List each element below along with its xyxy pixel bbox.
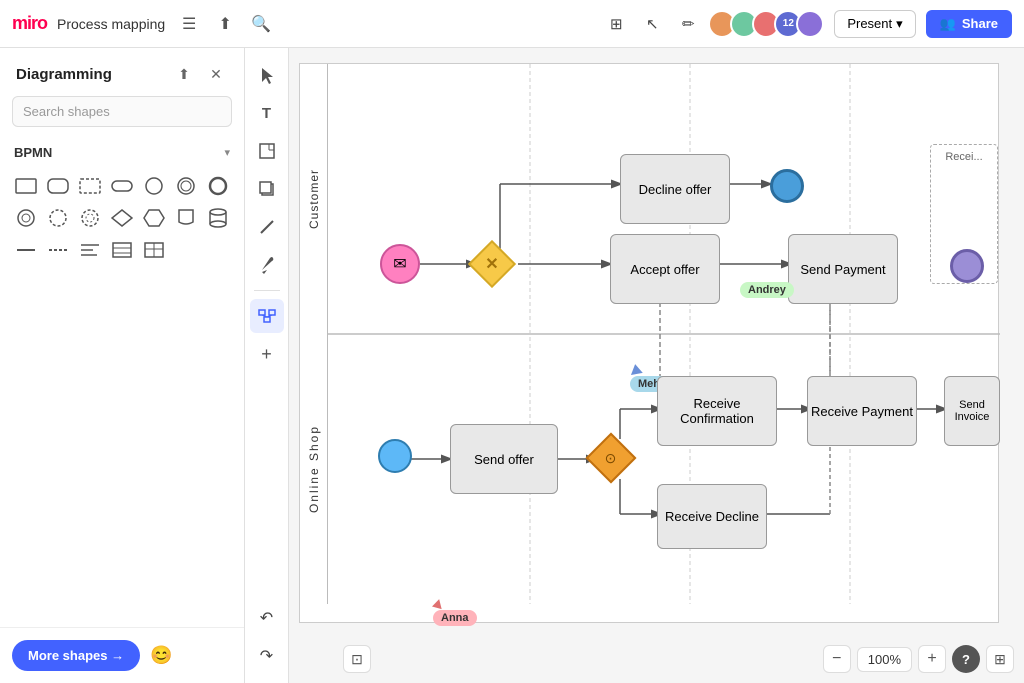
- send-offer-task[interactable]: Send offer: [450, 424, 558, 494]
- shape-cylinder[interactable]: [204, 204, 232, 232]
- main-area: Diagramming ⬆ ✕ Search shapes BPMN ▾: [0, 48, 1024, 683]
- miro-logo: miro: [12, 13, 47, 34]
- sidebar-header-icons: ⬆ ✕: [172, 62, 228, 86]
- diagram-canvas[interactable]: Customer Online Shop ✉ ✕ Decline offer: [289, 48, 1024, 683]
- zoom-in-button[interactable]: +: [918, 645, 946, 673]
- share-button[interactable]: 👥 Share: [926, 10, 1012, 38]
- app-title: Process mapping: [57, 16, 165, 32]
- close-icon[interactable]: ✕: [204, 62, 228, 86]
- grid-icon[interactable]: ⊞: [600, 8, 632, 40]
- shape-dashed-double-circle[interactable]: [76, 204, 104, 232]
- bottom-bar: − 100% + ? ⊞: [823, 645, 1014, 673]
- cursor-icon[interactable]: ↖: [636, 8, 668, 40]
- shape-double-circle[interactable]: [172, 172, 200, 200]
- menu-icon[interactable]: ☰: [175, 10, 203, 38]
- diagram-tool[interactable]: [250, 299, 284, 333]
- shape-circle[interactable]: [140, 172, 168, 200]
- send-payment-task[interactable]: Send Payment: [788, 234, 898, 304]
- sticky-note-tool[interactable]: [250, 134, 284, 168]
- zoom-out-button[interactable]: −: [823, 645, 851, 673]
- shape-dashed-line[interactable]: [44, 236, 72, 264]
- bpmn-label: BPMN: [14, 145, 52, 160]
- pen-tool[interactable]: [250, 248, 284, 282]
- online-shop-lane-label: Online Shop: [300, 334, 328, 604]
- sidebar-bottom: More shapes → 😊: [0, 627, 244, 683]
- topbar: miro Process mapping ☰ ⬆ 🔍 ⊞ ↖ ✏ 12 Pres…: [0, 0, 1024, 48]
- toolbar-icons: ⊞ ↖ ✏: [600, 8, 704, 40]
- toolbar-divider: [254, 290, 280, 291]
- shape-table[interactable]: [140, 236, 168, 264]
- sidebar-header: Diagramming ⬆ ✕: [0, 48, 244, 96]
- sidebar-title: Diagramming: [16, 66, 112, 83]
- shape-hexagon[interactable]: [140, 204, 168, 232]
- shape-minus[interactable]: [12, 236, 40, 264]
- help-button[interactable]: ?: [952, 645, 980, 673]
- topbar-icons: ☰ ⬆ 🔍: [175, 10, 275, 38]
- bpmn-section-header[interactable]: BPMN ▾: [0, 137, 244, 168]
- search-input[interactable]: Search shapes: [12, 96, 232, 127]
- present-button[interactable]: Present ▾: [834, 10, 915, 38]
- line-tool[interactable]: [250, 210, 284, 244]
- redo-tool[interactable]: ↷: [250, 639, 284, 673]
- undo-tool[interactable]: ↶: [250, 601, 284, 635]
- andrey-cursor-label: Andrey: [740, 282, 794, 298]
- shape-rounded-rect[interactable]: [44, 172, 72, 200]
- decline-offer-task[interactable]: Decline offer: [620, 154, 730, 224]
- topbar-left: miro Process mapping ☰ ⬆ 🔍: [12, 10, 588, 38]
- canvas-area[interactable]: T +: [245, 48, 1024, 683]
- pen-icon[interactable]: ✏: [672, 8, 704, 40]
- receive-decline-task[interactable]: Receive Decline: [657, 484, 767, 549]
- send-invoice-task[interactable]: Send Invoice: [944, 376, 1000, 446]
- shape-dashed-rect[interactable]: [76, 172, 104, 200]
- customer-lane-label: Customer: [300, 64, 328, 334]
- emoji-icon[interactable]: 😊: [150, 645, 172, 666]
- shape-stadium[interactable]: [108, 172, 136, 200]
- text-tool[interactable]: T: [250, 96, 284, 130]
- shape-rectangle[interactable]: [12, 172, 40, 200]
- shape-diamond[interactable]: [108, 204, 136, 232]
- receive-group-box: Recei...: [930, 144, 998, 284]
- anna-cursor: Anna: [433, 599, 477, 626]
- gateway-intermediate[interactable]: ⊙: [586, 433, 637, 484]
- topbar-right: ⊞ ↖ ✏ 12 Present ▾ 👥 Share: [600, 8, 1012, 40]
- connectors-svg: [300, 64, 998, 622]
- shape-thick-circle[interactable]: [204, 172, 232, 200]
- shape-concentric-circles[interactable]: [12, 204, 40, 232]
- more-shapes-button[interactable]: More shapes →: [12, 640, 140, 671]
- avatar-5: [796, 10, 824, 38]
- share-export-icon[interactable]: ⬆: [211, 10, 239, 38]
- shape-dashed-circle[interactable]: [44, 204, 72, 232]
- avatars: 12: [714, 10, 824, 38]
- start-event-online-shop[interactable]: [378, 439, 412, 473]
- shape-align-left[interactable]: [76, 236, 104, 264]
- shape-document[interactable]: [172, 204, 200, 232]
- gateway-exclusive[interactable]: ✕: [468, 240, 516, 288]
- shapes-grid: [0, 168, 244, 276]
- float-toolbar: T +: [245, 48, 289, 683]
- export-icon[interactable]: ⬆: [172, 62, 196, 86]
- start-event-email[interactable]: ✉: [380, 244, 420, 284]
- shape-list[interactable]: [108, 236, 136, 264]
- copy-tool[interactable]: [250, 172, 284, 206]
- select-tool[interactable]: [250, 58, 284, 92]
- panel-toggle-button[interactable]: ⊡: [343, 645, 371, 673]
- accept-offer-task[interactable]: Accept offer: [610, 234, 720, 304]
- sidebar: Diagramming ⬆ ✕ Search shapes BPMN ▾: [0, 48, 245, 683]
- chevron-down-icon: ▾: [224, 146, 230, 159]
- end-event-customer[interactable]: [770, 169, 804, 203]
- receive-payment-task[interactable]: Receive Payment: [807, 376, 917, 446]
- zoom-level: 100%: [857, 647, 912, 672]
- search-icon[interactable]: 🔍: [247, 10, 275, 38]
- add-tool[interactable]: +: [250, 337, 284, 371]
- receive-confirmation-task[interactable]: Receive Confirmation: [657, 376, 777, 446]
- map-view-button[interactable]: ⊞: [986, 645, 1014, 673]
